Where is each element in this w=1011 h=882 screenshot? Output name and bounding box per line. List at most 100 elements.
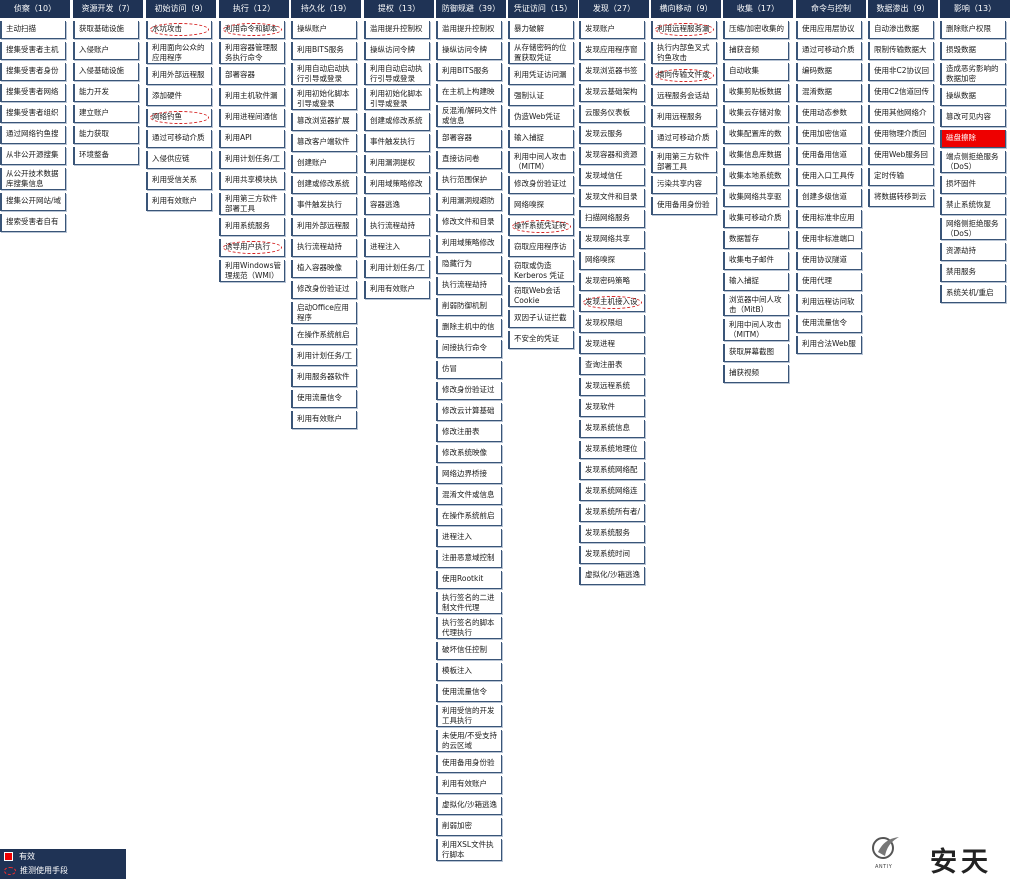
technique-cell: 删除主机中的信标 (436, 319, 502, 337)
technique-cell: 能力开发 (73, 84, 139, 102)
technique-cell: 发现系统时间 (579, 546, 645, 564)
technique-cell: 网络嗅探 (508, 197, 574, 215)
tactic-column: 侦察（10） 主动扫描搜集受害者主机信息搜集受害者身份信息搜集受害者网络信息搜集受… (0, 0, 71, 232)
technique-cell: 使用备用身份验证材料 (436, 755, 502, 773)
technique-cell: 进程注入 (364, 239, 430, 257)
technique-cell: 利用受信的开发工具执行 (436, 705, 502, 727)
technique-cell: 收集剪贴板数据 (723, 84, 789, 102)
technique-cell: 事件触发执行 (364, 134, 430, 152)
technique-cell: 资源劫持 (940, 243, 1006, 261)
technique-cell: 伪造Web凭证 (508, 109, 574, 127)
technique-cell: 启动Office应用程序 (291, 302, 357, 324)
technique-cell: 利用中间人攻击（MITM） (723, 319, 789, 341)
technique-cell: 利用漏洞提权 (364, 155, 430, 173)
technique-cell: 暴力破解 (508, 21, 574, 39)
technique-cell: 能力获取 (73, 126, 139, 144)
technique-cell: 虚拟化/沙箱逃逸 (436, 797, 502, 815)
technique-cell: 使用其他网络介质回传 (868, 105, 934, 123)
technique-cell: 强制认证 (508, 88, 574, 106)
technique-cell: 搜集公开网站/域 (0, 193, 66, 211)
technique-cell: 将数据转移到云账户 (868, 189, 934, 207)
technique-cell: 扫描网络服务 (579, 210, 645, 228)
technique-cell: 修改云计算基础架构 (436, 403, 502, 421)
technique-cell: 容器逃逸 (364, 197, 430, 215)
technique-cell: 事件触发执行 (291, 197, 357, 215)
technique-cell: 损坏固件 (940, 176, 1006, 194)
technique-cell: 使用协议隧道 (796, 252, 862, 270)
technique-cell: 执行流程劫持 (436, 277, 502, 295)
technique-cell: 环境整备 (73, 147, 139, 165)
technique-cell: 滥用提升控制权限机制 (364, 21, 430, 39)
technique-cell: 从存储密码的位置获取凭证 (508, 42, 574, 64)
technique-cell: 窃取应用程序访问令牌 (508, 239, 574, 257)
attack-matrix: 侦察（10） 主动扫描搜集受害者主机信息搜集受害者身份信息搜集受害者网络信息搜集受… (0, 0, 1011, 882)
technique-cell: 捕获音频 (723, 42, 789, 60)
tactic-column: 命令与控制使用应用层协议通过可移动介质通信编码数据混淆数据使用动态参数使用加密信… (796, 0, 867, 354)
technique-cell: 利用远程访问软件 (796, 294, 862, 312)
technique-cell: 使用标准非应用层协议 (796, 210, 862, 228)
technique-cell: 数据暂存 (723, 231, 789, 249)
technique-cell: 发现系统信息 (579, 420, 645, 438)
technique-cell: 利用BITS服务 (291, 42, 357, 60)
antiy-swoosh-icon (872, 837, 899, 859)
technique-cell: 利用BITS服务 (436, 63, 502, 81)
dashed-oval-icon (4, 866, 16, 875)
tactic-header: 发现（27） (579, 0, 650, 18)
technique-cell: 模板注入 (436, 663, 502, 681)
technique-cell: 篡改客户端软件 (291, 134, 357, 152)
technique-cell: 污染共享内容 (651, 176, 717, 194)
technique-cell-effective: 磁盘擦除 (940, 130, 1006, 148)
technique-cell: 利用中间人攻击（MITM） (508, 151, 574, 173)
technique-cell: 发现网络共享 (579, 231, 645, 249)
technique-cell: 损毁数据 (940, 42, 1006, 60)
technique-cell: 输入捕捉 (723, 273, 789, 291)
technique-cell: 收集信息库数据 (723, 147, 789, 165)
technique-cell: 利用受信关系 (146, 172, 212, 190)
technique-cell: 发现系统网络连接 (579, 483, 645, 501)
effective-swatch-icon (4, 852, 13, 861)
technique-cell: 压缩/加密收集的数据 (723, 21, 789, 39)
technique-cell: 发现远程系统 (579, 378, 645, 396)
technique-cell-suspected: 操作系统凭证转储 (508, 218, 574, 236)
technique-cell: 反混淆/解码文件或信息 (436, 105, 502, 127)
technique-cell: 网络侧拒绝服务（DoS） (940, 218, 1006, 240)
technique-cell: 修改身份验证过程 (436, 382, 502, 400)
technique-cell: 直接访问卷 (436, 151, 502, 169)
technique-cell: 利用域策略修改 (364, 176, 430, 194)
technique-cell: 利用域策略修改 (436, 235, 502, 253)
technique-cell: 禁止系统恢复 (940, 197, 1006, 215)
technique-cell: 使用动态参数 (796, 105, 862, 123)
tactic-header: 收集（17） (723, 0, 794, 18)
technique-cell: 使用加密信道 (796, 126, 862, 144)
technique-cell: 入侵基础设施 (73, 63, 139, 81)
technique-cell: 利用外部远程服务 (291, 218, 357, 236)
technique-cell: 自动渗出数据 (868, 21, 934, 39)
technique-cell-suspected: 利用远程服务漏洞 (651, 21, 717, 39)
tactic-header: 凭证访问（15） (508, 0, 579, 18)
technique-cell: 利用合法Web服务 (796, 336, 862, 354)
technique-cell: 发现密码策略 (579, 273, 645, 291)
legend-guess-row: 推测使用手段 (4, 864, 68, 878)
technique-cell: 输入捕捉 (508, 130, 574, 148)
technique-cell: 发现云基础架构 (579, 84, 645, 102)
technique-cell: 删除账户权限 (940, 21, 1006, 39)
technique-cell: 利用计划任务/工作 (364, 260, 430, 278)
technique-cell: 利用API (219, 130, 285, 148)
technique-cell: 发现云服务 (579, 126, 645, 144)
technique-cell: 搜集受害者身份信息 (0, 63, 66, 81)
technique-cell: 利用有效账户 (146, 193, 212, 211)
tactic-column: 资源开发（7） 获取基础设施 入侵账户 入侵基础设施 能力开发 建立账户 能力获取 环境整备 (73, 0, 144, 165)
technique-cell: 收集配置库的数据 (723, 126, 789, 144)
technique-cell: 混淆数据 (796, 84, 862, 102)
technique-cell: 使用非标准端口 (796, 231, 862, 249)
technique-cell: 收集网络共享驱动数据 (723, 189, 789, 207)
technique-cell: 创建或修改系统进程 (291, 176, 357, 194)
technique-cell: 修改身份验证过程 (291, 281, 357, 299)
technique-cell: 通过可移动介质复制 (146, 130, 212, 148)
technique-cell: 创建或修改系统进程 (364, 113, 430, 131)
technique-cell: 利用自动启动执行引导或登录 (291, 63, 357, 85)
technique-cell: 搜索受害者自有网站 (0, 214, 66, 232)
tactic-column: 防御规避（39） 滥用提升控制权限机制操纵访问令牌利用BITS服务在主机上构建映像… (436, 0, 507, 861)
technique-cell: 利用远程服务 (651, 109, 717, 127)
technique-cell: 执行流程劫持 (291, 239, 357, 257)
